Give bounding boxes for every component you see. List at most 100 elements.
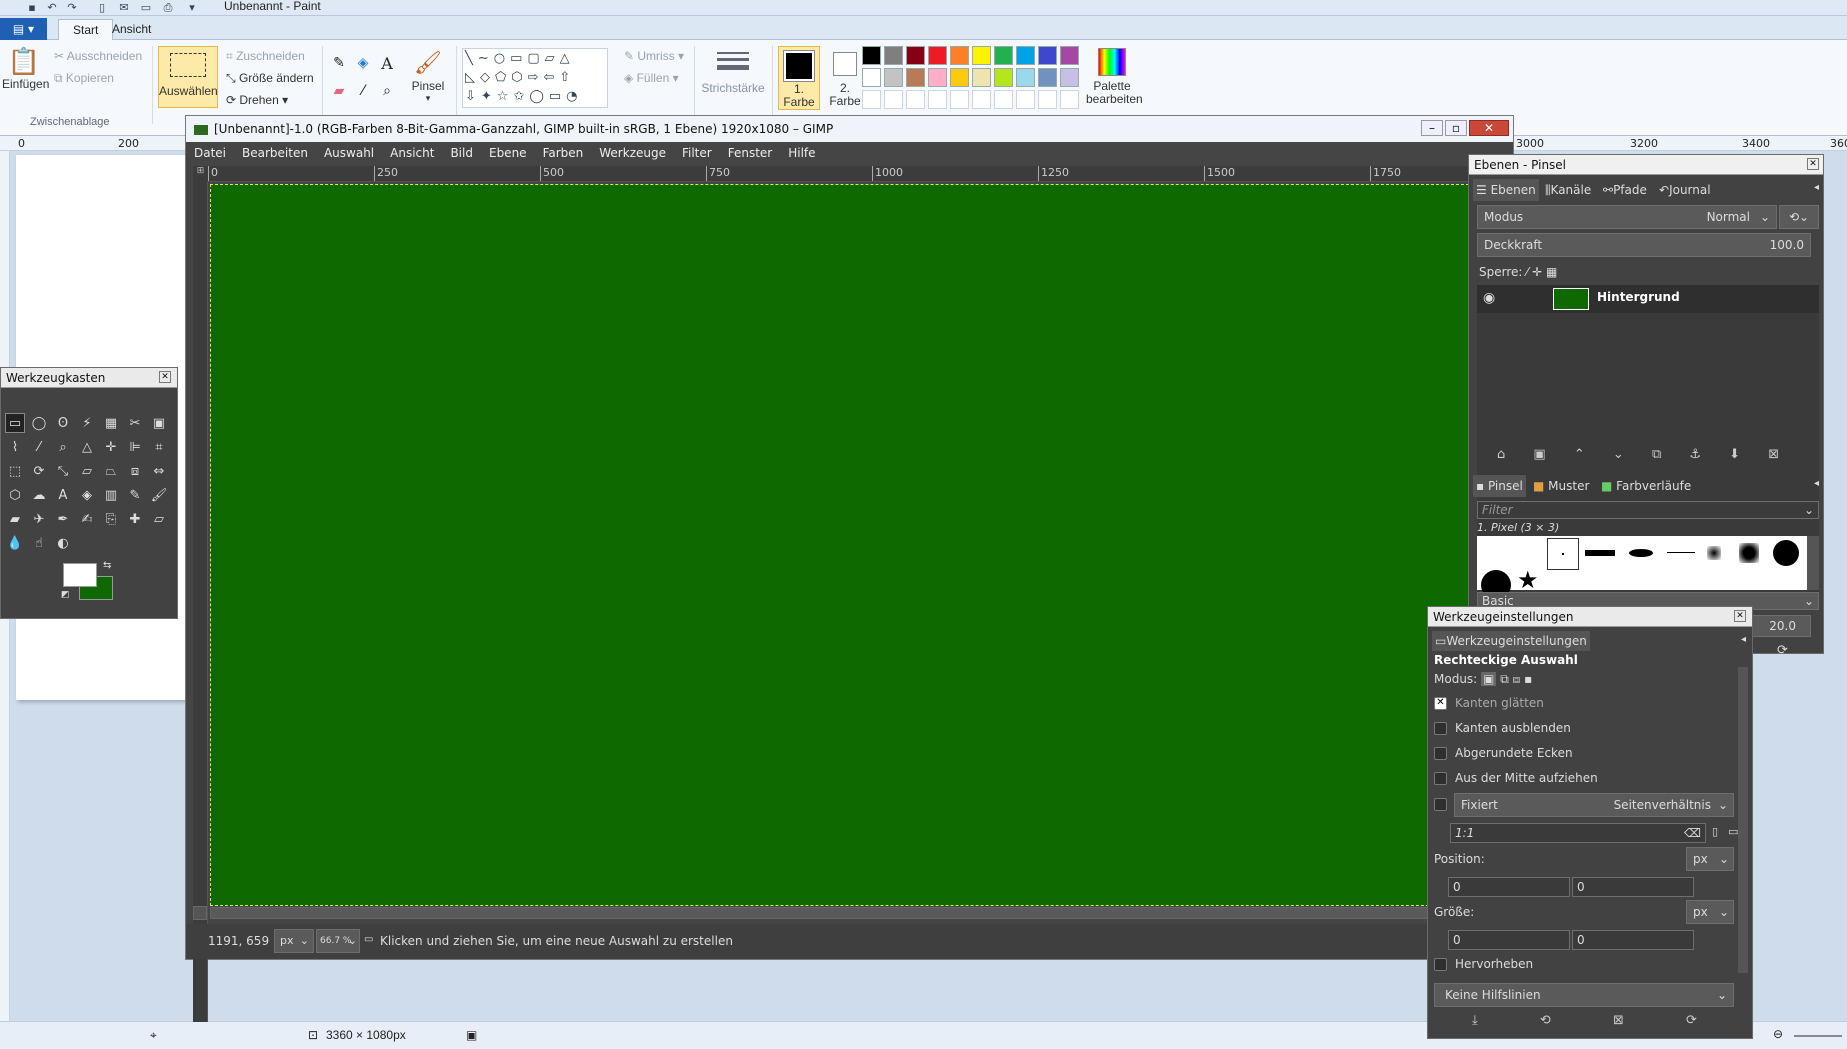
resize-button[interactable]: ⤡ Größe ändern: [226, 68, 314, 88]
eraser-icon[interactable]: ▰: [328, 80, 350, 102]
ratio-input[interactable]: 1:1 ⌫: [1450, 823, 1706, 843]
blur-icon[interactable]: 💧: [5, 533, 25, 553]
highlight-checkbox[interactable]: [1434, 957, 1447, 971]
pencil-icon[interactable]: ✎: [328, 52, 350, 74]
lock-alpha-icon[interactable]: ▦: [1546, 265, 1557, 279]
palette-swatch[interactable]: [884, 46, 903, 65]
expand-center-checkbox[interactable]: [1434, 771, 1447, 785]
undo-icon[interactable]: ↶: [44, 0, 60, 15]
position-x-spinner[interactable]: 0: [1448, 877, 1570, 897]
warp-icon[interactable]: ☁: [29, 485, 49, 505]
brush-grid[interactable]: ★: [1477, 536, 1807, 600]
spacing-spinner[interactable]: 20.0: [1749, 615, 1811, 637]
rotate-icon[interactable]: ⟳: [29, 461, 49, 481]
dock-menu-icon[interactable]: ◂: [1814, 478, 1819, 489]
fill-bucket-icon[interactable]: ◈: [352, 52, 374, 74]
mode-reset-button[interactable]: ⟲⌄: [1779, 205, 1819, 229]
layer-row[interactable]: ◉ Hintergrund: [1477, 285, 1819, 313]
guides-select[interactable]: Keine Hilfslinien ⌄: [1434, 983, 1734, 1007]
position-y-spinner[interactable]: 0: [1572, 877, 1694, 897]
palette-swatch[interactable]: [950, 46, 969, 65]
cage-icon[interactable]: ⬡: [5, 485, 25, 505]
rect-select-icon[interactable]: ▭: [5, 413, 25, 433]
flip-icon[interactable]: ⇔: [149, 461, 169, 481]
tab-gradients[interactable]: ■ Farbverläufe: [1601, 475, 1691, 497]
feather-checkbox[interactable]: [1434, 721, 1447, 735]
palette-swatch[interactable]: [906, 68, 925, 87]
tab-brushes[interactable]: ▪ Pinsel: [1473, 475, 1526, 497]
restore-options-icon[interactable]: ⟲: [1540, 1013, 1551, 1028]
palette-swatch[interactable]: [928, 46, 947, 65]
menu-werkzeuge[interactable]: Werkzeuge: [591, 142, 674, 164]
lock-pixels-icon[interactable]: ⁄: [1526, 265, 1528, 279]
perspective-icon[interactable]: ⏢: [101, 461, 121, 481]
palette-swatch[interactable]: [972, 68, 991, 87]
menu-filter[interactable]: Filter: [674, 142, 720, 164]
palette-swatch[interactable]: [1016, 46, 1035, 65]
tab-tool-options[interactable]: ▭Werkzeugeinstellungen: [1432, 631, 1590, 651]
palette-swatch-empty[interactable]: [862, 90, 881, 109]
select-button[interactable]: Auswählen: [158, 46, 218, 108]
palette-swatch[interactable]: [906, 46, 925, 65]
ellipse-select-icon[interactable]: ◯: [29, 413, 49, 433]
palette-swatch-empty[interactable]: [972, 90, 991, 109]
quick-mask-corner[interactable]: ⊞: [193, 166, 208, 182]
menu-ansicht[interactable]: Ansicht: [382, 142, 442, 164]
zoom-out-icon[interactable]: ⊖: [1773, 1027, 1783, 1041]
crop-button[interactable]: ⌗ Zuschneiden: [226, 46, 305, 66]
brush-filter-input[interactable]: Filter ⌄: [1477, 501, 1819, 519]
menu-hilfe[interactable]: Hilfe: [780, 142, 823, 164]
dock-menu-icon[interactable]: ◂: [1741, 634, 1746, 645]
airbrush-icon[interactable]: ✈: [29, 509, 49, 529]
brush-scrollbar[interactable]: [1807, 536, 1819, 590]
palette-swatch-empty[interactable]: [994, 90, 1013, 109]
palette-swatch[interactable]: [928, 68, 947, 87]
menu-datei[interactable]: Datei: [186, 142, 234, 164]
maximize-button[interactable]: ▫: [1445, 120, 1467, 136]
align-icon[interactable]: ⊫: [125, 437, 145, 457]
palette-swatch-empty[interactable]: [1016, 90, 1035, 109]
tab-view[interactable]: Ansicht: [98, 19, 165, 40]
landscape-icon[interactable]: ▭: [1728, 825, 1738, 838]
clear-icon[interactable]: ⌫: [1684, 824, 1701, 842]
brush-button[interactable]: 🖌 Pinsel ▾: [408, 46, 448, 108]
minimize-button[interactable]: –: [1421, 120, 1443, 136]
size-width-spinner[interactable]: 0: [1448, 930, 1570, 950]
close-button[interactable]: ✕: [1469, 120, 1509, 136]
3d-transform-icon[interactable]: ⧈: [125, 461, 145, 481]
unit-select[interactable]: px ⌄: [274, 929, 314, 953]
eraser-icon[interactable]: ▰: [5, 509, 25, 529]
copy-button[interactable]: ⧉ Kopieren: [54, 68, 114, 88]
redo-icon[interactable]: ↷: [64, 0, 80, 15]
antialias-checkbox[interactable]: ✕: [1434, 696, 1447, 710]
menu-bearbeiten[interactable]: Bearbeiten: [234, 142, 316, 164]
eye-icon[interactable]: ◉: [1483, 290, 1495, 306]
palette-swatch[interactable]: [884, 68, 903, 87]
new-layer-group-icon[interactable]: ⌂: [1497, 447, 1505, 462]
antialias-option[interactable]: ✕ Kanten glätten: [1434, 692, 1544, 714]
close-icon[interactable]: ✕: [159, 371, 171, 383]
save-options-icon[interactable]: ⤓: [1472, 1013, 1478, 1028]
position-unit-select[interactable]: px ⌄: [1686, 847, 1734, 871]
new-layer-icon[interactable]: ▣: [1533, 447, 1545, 462]
foreground-color[interactable]: [63, 563, 97, 587]
text-icon[interactable]: A: [53, 485, 73, 505]
measure-icon[interactable]: △: [77, 437, 97, 457]
merge-layer-icon[interactable]: ⬇: [1729, 447, 1740, 462]
brush-item[interactable]: [1667, 552, 1695, 553]
refresh-icon[interactable]: ⟳: [1777, 643, 1788, 658]
close-icon[interactable]: ✕: [1807, 158, 1819, 170]
zoom-icon[interactable]: ⌕: [53, 437, 73, 457]
shapes-gallery[interactable]: ╲∼○▭▢▱△ ◺◇⬠⬡⇨⇦⇧ ⇩✦☆✩◯▭◔: [462, 48, 608, 108]
size-height-spinner[interactable]: 0: [1572, 930, 1694, 950]
selected-brush[interactable]: [1547, 538, 1579, 570]
palette-swatch[interactable]: [1060, 68, 1079, 87]
layer-mode-select[interactable]: Modus Normal ⌄: [1477, 205, 1777, 229]
stroke-width-button[interactable]: Strichstärke: [700, 46, 766, 108]
lock-position-icon[interactable]: ✛: [1532, 265, 1542, 279]
brush-item[interactable]: [1629, 549, 1653, 557]
opacity-spinner[interactable]: Deckkraft 100.0: [1477, 233, 1811, 257]
new-icon[interactable]: ▯: [94, 0, 110, 15]
edit-palette-button[interactable]: Palette bearbeiten: [1086, 46, 1143, 110]
palette-swatch[interactable]: [1060, 46, 1079, 65]
